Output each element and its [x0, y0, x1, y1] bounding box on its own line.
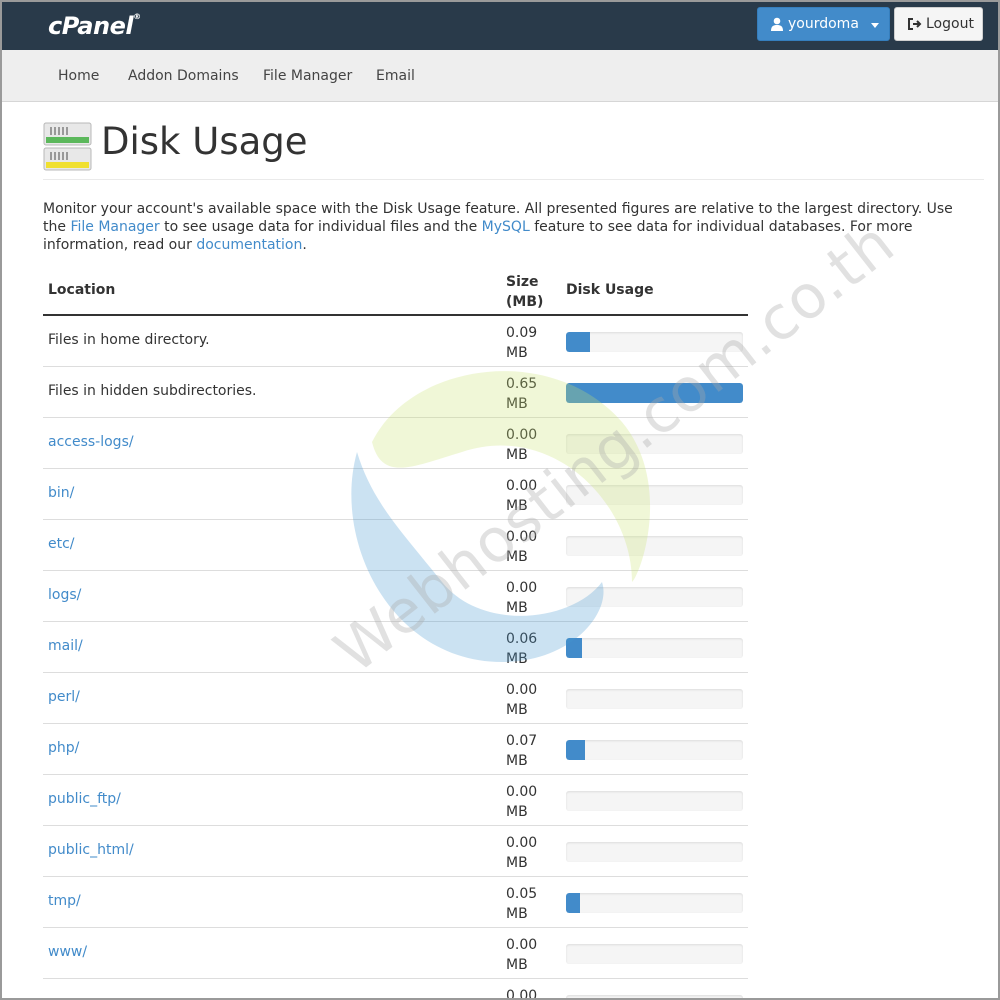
- directory-link[interactable]: public_html/: [48, 842, 134, 858]
- usage-bar: [566, 842, 743, 862]
- directory-link[interactable]: mail/: [48, 638, 83, 654]
- usage-bar: [566, 383, 743, 403]
- desc-text: to see usage data for individual files a…: [159, 219, 482, 235]
- file-manager-link[interactable]: File Manager: [70, 219, 159, 235]
- table-row: Files in hidden subdirectories. 0.65 MB: [43, 367, 748, 418]
- usage-bar: [566, 638, 743, 658]
- usage-bar-fill: [566, 893, 580, 913]
- usage-bar-fill: [566, 638, 583, 658]
- nav-addon-domains[interactable]: Addon Domains: [128, 68, 239, 84]
- size-value: 0.05 MB: [506, 886, 538, 922]
- usage-bar: [566, 536, 743, 556]
- table-row: www/0.00 MB: [43, 928, 748, 979]
- size-value: 0.00 MB: [506, 427, 538, 463]
- usage-bar: [566, 944, 743, 964]
- logo-text: cPanel: [48, 12, 134, 40]
- usage-bar-fill: [566, 383, 743, 403]
- page-title: Disk Usage: [101, 120, 308, 163]
- table-row: Files in home directory. 0.09 MB: [43, 316, 748, 367]
- usage-bar-fill: [566, 332, 591, 352]
- directory-link[interactable]: bin/: [48, 485, 74, 501]
- table-header: Location Size (MB) Disk Usage: [43, 264, 748, 316]
- divider: [43, 179, 984, 180]
- usage-bar: [566, 485, 743, 505]
- table-row: 0.00 MB: [43, 979, 748, 1000]
- table-row: php/0.07 MB: [43, 724, 748, 775]
- page-description: Monitor your account's available space w…: [43, 200, 958, 254]
- size-value: 0.00 MB: [506, 682, 538, 718]
- nav-email[interactable]: Email: [376, 68, 415, 84]
- logo-mark: ®: [133, 12, 141, 21]
- app-frame: cPanel® yourdoma Logout Home Addon Domai…: [0, 0, 1000, 1000]
- desc-text: .: [302, 237, 307, 253]
- usage-bar: [566, 434, 743, 454]
- directory-link[interactable]: perl/: [48, 689, 80, 705]
- location-text: Files in hidden subdirectories.: [48, 383, 257, 399]
- nav-file-manager[interactable]: File Manager: [263, 68, 352, 84]
- header-location[interactable]: Location: [48, 282, 115, 298]
- size-value: 0.00 MB: [506, 580, 538, 616]
- mysql-link[interactable]: MySQL: [482, 219, 530, 235]
- table-row: public_ftp/0.00 MB: [43, 775, 748, 826]
- table-row: access-logs/0.00 MB: [43, 418, 748, 469]
- documentation-link[interactable]: documentation: [196, 237, 302, 253]
- usage-bar: [566, 893, 743, 913]
- nav-bar: Home Addon Domains File Manager Email: [2, 50, 998, 102]
- directory-link[interactable]: etc/: [48, 536, 75, 552]
- size-value: 0.65 MB: [506, 376, 538, 412]
- usage-bar: [566, 332, 743, 352]
- directory-link[interactable]: php/: [48, 740, 79, 756]
- table-row: logs/0.00 MB: [43, 571, 748, 622]
- table-row: perl/0.00 MB: [43, 673, 748, 724]
- table-row: public_html/0.00 MB: [43, 826, 748, 877]
- usage-bar-fill: [566, 740, 586, 760]
- size-value: 0.00 MB: [506, 835, 538, 871]
- logout-button[interactable]: Logout: [894, 7, 983, 41]
- location-text: Files in home directory.: [48, 332, 210, 348]
- table-row: etc/0.00 MB: [43, 520, 748, 571]
- size-value: 0.00 MB: [506, 937, 538, 973]
- user-menu-button[interactable]: yourdoma: [757, 7, 890, 41]
- table-row: tmp/0.05 MB: [43, 877, 748, 928]
- size-value: 0.00 MB: [506, 478, 538, 514]
- top-bar: cPanel® yourdoma Logout: [2, 2, 998, 50]
- caret-down-icon: [871, 23, 879, 28]
- user-label: yourdoma: [788, 16, 859, 32]
- cpanel-logo[interactable]: cPanel®: [48, 12, 141, 40]
- user-icon: [770, 17, 784, 31]
- table-body: Files in home directory. 0.09 MB Files in …: [43, 316, 748, 1000]
- size-value: 0.09 MB: [506, 325, 538, 361]
- size-value: 0.00 MB: [506, 988, 538, 1000]
- disk-usage-table: Location Size (MB) Disk Usage Files in h…: [43, 264, 748, 1000]
- directory-link[interactable]: www/: [48, 944, 87, 960]
- table-row: mail/0.06 MB: [43, 622, 748, 673]
- table-row: bin/0.00 MB: [43, 469, 748, 520]
- usage-bar: [566, 995, 743, 998]
- nav-home[interactable]: Home: [58, 68, 99, 84]
- directory-link[interactable]: logs/: [48, 587, 81, 603]
- usage-bar: [566, 587, 743, 607]
- size-value: 0.07 MB: [506, 733, 538, 769]
- size-value: 0.00 MB: [506, 784, 538, 820]
- usage-bar: [566, 740, 743, 760]
- directory-link[interactable]: access-logs/: [48, 434, 134, 450]
- directory-link[interactable]: public_ftp/: [48, 791, 121, 807]
- usage-bar: [566, 791, 743, 811]
- logout-label: Logout: [926, 16, 974, 32]
- directory-link[interactable]: tmp/: [48, 893, 81, 909]
- logout-icon: [908, 18, 922, 30]
- size-value: 0.06 MB: [506, 631, 538, 667]
- usage-bar: [566, 689, 743, 709]
- header-size[interactable]: Size (MB): [506, 272, 546, 312]
- disk-usage-icon: [43, 122, 93, 176]
- header-disk-usage[interactable]: Disk Usage: [566, 282, 654, 298]
- size-value: 0.00 MB: [506, 529, 538, 565]
